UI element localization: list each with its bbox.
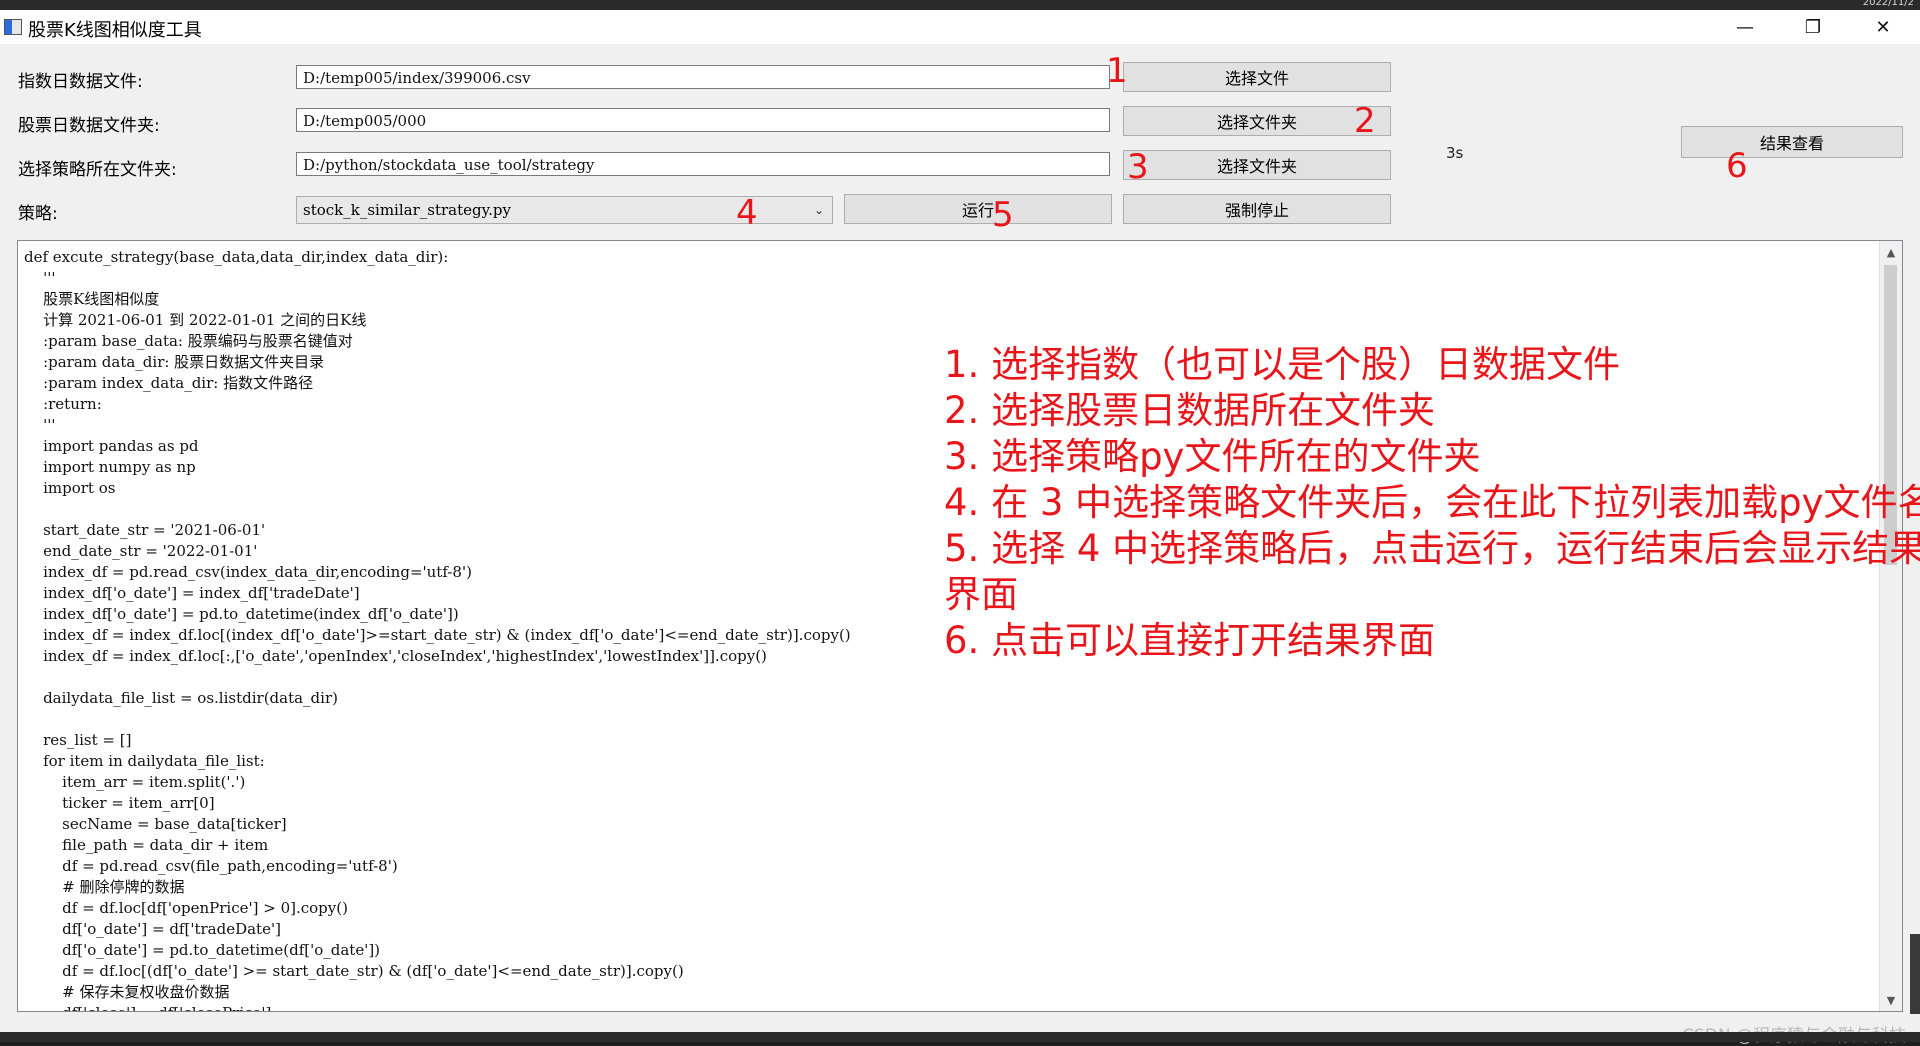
annotation-line: 5. 选择 4 中选择策略后，点击运行，运行结束后会显示结果 <box>944 527 1920 570</box>
index-file-label: 指数日数据文件: <box>18 72 143 92</box>
stock-folder-input[interactable]: D:/temp005/000 <box>296 108 1110 132</box>
force-stop-button[interactable]: 强制停止 <box>1123 194 1391 224</box>
minimize-button[interactable]: — <box>1710 10 1780 44</box>
app-icon <box>4 19 22 35</box>
view-results-button[interactable]: 结果查看 <box>1681 126 1903 158</box>
scroll-up-icon[interactable]: ▲ <box>1880 241 1902 263</box>
run-button[interactable]: 运行 <box>844 194 1112 224</box>
annotation-line: 3. 选择策略py文件所在的文件夹 <box>944 435 1481 478</box>
strategy-code: def excute_strategy(base_data,data_dir,i… <box>24 248 851 1011</box>
select-file-button[interactable]: 选择文件 <box>1123 62 1391 92</box>
title-bar: 股票K线图相似度工具 — ❐ ✕ <box>0 10 1920 44</box>
marker-1: 1 <box>1106 51 1128 91</box>
maximize-button[interactable]: ❐ <box>1778 10 1848 44</box>
clock: 2022/11/2 <box>1862 0 1914 8</box>
top-taskbar-strip: 2022/11/2 <box>0 0 1920 10</box>
annotation-line: 6. 点击可以直接打开结果界面 <box>944 619 1436 662</box>
scroll-down-icon[interactable]: ▼ <box>1880 989 1902 1011</box>
close-button[interactable]: ✕ <box>1848 10 1918 44</box>
strategy-select-value: stock_k_similar_strategy.py <box>303 201 511 219</box>
marker-2: 2 <box>1354 101 1376 141</box>
annotation-line: 4. 在 3 中选择策略文件夹后，会在此下拉列表加载py文件名 <box>944 481 1920 524</box>
strategy-folder-input[interactable]: D:/python/stockdata_use_tool/strategy <box>296 152 1110 176</box>
chevron-down-icon[interactable]: ⌄ <box>814 197 824 223</box>
bottom-taskbar-strip <box>0 1032 1920 1042</box>
select-strategy-folder-button[interactable]: 选择文件夹 <box>1123 150 1391 180</box>
marker-4: 4 <box>736 193 758 233</box>
strategy-label: 策略: <box>18 204 58 224</box>
annotation-line: 2. 选择股票日数据所在文件夹 <box>944 389 1436 432</box>
annotation-line: 1. 选择指数（也可以是个股）日数据文件 <box>944 343 1621 386</box>
window-title: 股票K线图相似度工具 <box>28 20 202 41</box>
app-window: 股票K线图相似度工具 — ❐ ✕ 指数日数据文件: D:/temp005/ind… <box>0 10 1920 1046</box>
instruction-annotations: 1. 选择指数（也可以是个股）日数据文件 2. 选择股票日数据所在文件夹 3. … <box>944 342 1920 664</box>
select-stock-folder-button[interactable]: 选择文件夹 <box>1123 106 1391 136</box>
marker-3: 3 <box>1127 147 1149 187</box>
marker-5: 5 <box>992 195 1014 235</box>
marker-6: 6 <box>1726 146 1748 186</box>
elapsed-time: 3s <box>1446 144 1464 162</box>
stock-folder-label: 股票日数据文件夹: <box>18 116 160 136</box>
annotation-line: 界面 <box>944 573 1018 616</box>
index-file-input[interactable]: D:/temp005/index/399006.csv <box>296 65 1110 89</box>
strategy-folder-label: 选择策略所在文件夹: <box>18 160 177 180</box>
side-edge-strip <box>1910 934 1920 1014</box>
